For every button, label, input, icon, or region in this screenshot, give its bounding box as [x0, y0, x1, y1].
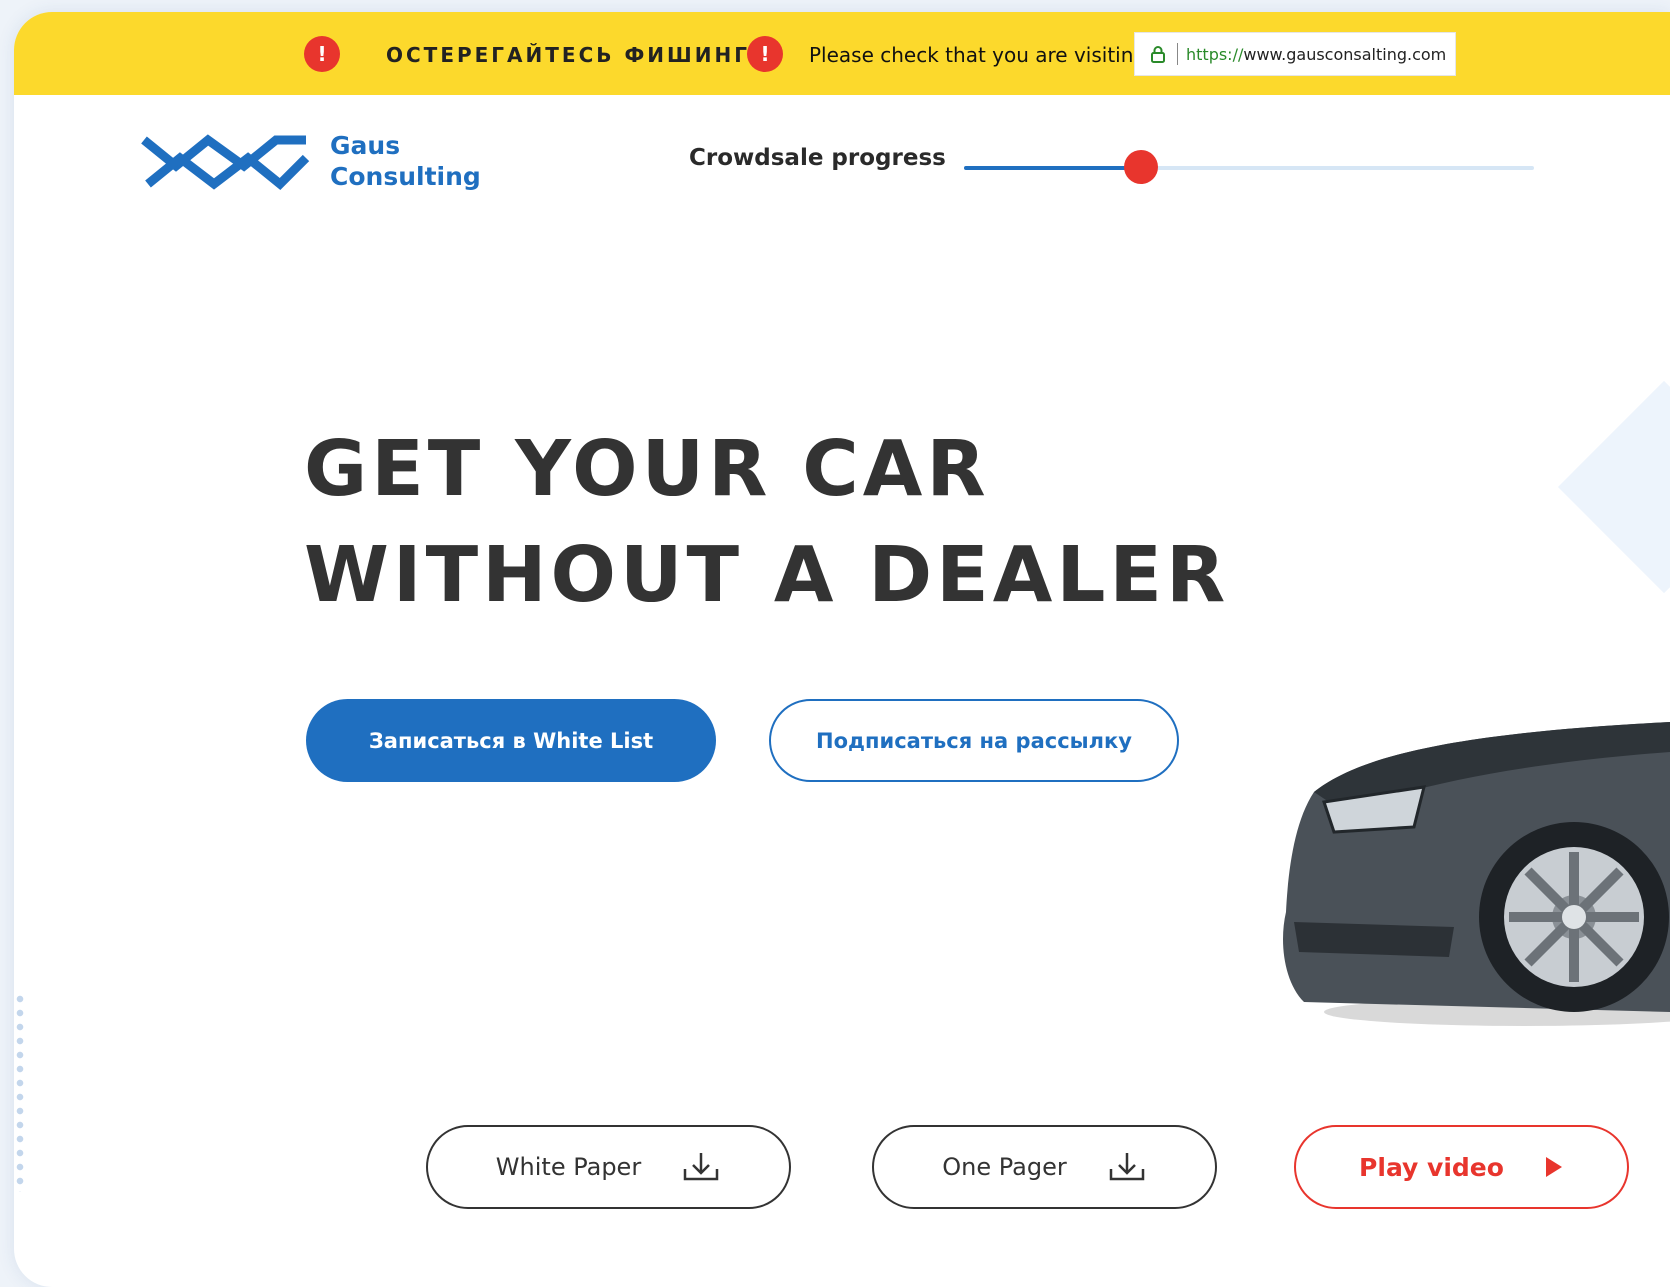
- crowdsale-progress-bar: [964, 150, 1534, 184]
- download-icon: [681, 1149, 721, 1185]
- lock-icon: [1143, 45, 1173, 63]
- url-divider: [1177, 43, 1178, 65]
- progress-fill: [964, 166, 1141, 170]
- car-image: [1274, 712, 1670, 1042]
- decorative-dots: [14, 992, 26, 1192]
- hero-headline: GET YOUR CAR WITHOUT A DEALER: [304, 417, 1229, 629]
- brand-name-line2: Consulting: [330, 162, 481, 191]
- play-icon: [1544, 1155, 1564, 1179]
- brand-name-line1: Gaus: [330, 131, 401, 160]
- crowdsale-progress-label: Crowdsale progress: [689, 145, 946, 171]
- progress-marker: [1123, 150, 1158, 184]
- hero-headline-line2: WITHOUT A DEALER: [304, 531, 1230, 620]
- phishing-warning-text: Please check that you are visiting: [809, 43, 1147, 67]
- play-video-button[interactable]: Play video: [1294, 1125, 1629, 1209]
- whitelist-button[interactable]: Записаться в White List: [306, 699, 716, 782]
- phishing-warning-title: ОСТЕРЕГАЙТЕСЬ ФИШИНГА: [386, 43, 769, 67]
- official-url-box: https:// www.gausconsalting.com: [1134, 32, 1456, 76]
- white-paper-download-button[interactable]: White Paper: [426, 1125, 791, 1209]
- phishing-warning-banner: ! ОСТЕРЕГАЙТЕСЬ ФИШИНГА ! Please check t…: [14, 12, 1670, 95]
- url-scheme: https://: [1186, 44, 1244, 64]
- subscribe-button[interactable]: Подписаться на рассылку: [769, 699, 1179, 782]
- one-pager-label: One Pager: [942, 1153, 1067, 1181]
- url-host: www.gausconsalting.com: [1243, 44, 1447, 64]
- brand-name[interactable]: Gaus Consulting: [330, 130, 481, 192]
- exclamation-icon: !: [747, 36, 783, 72]
- white-paper-label: White Paper: [495, 1153, 642, 1181]
- hero-headline-line1: GET YOUR CAR: [304, 425, 990, 514]
- exclamation-icon: !: [304, 36, 340, 72]
- landing-page: ! ОСТЕРЕГАЙТЕСЬ ФИШИНГА ! Please check t…: [14, 12, 1670, 1287]
- one-pager-download-button[interactable]: One Pager: [872, 1125, 1217, 1209]
- download-icon: [1107, 1149, 1147, 1185]
- gaus-logo-icon[interactable]: [140, 132, 310, 192]
- decorative-shape: [1557, 380, 1670, 594]
- play-video-label: Play video: [1359, 1152, 1504, 1182]
